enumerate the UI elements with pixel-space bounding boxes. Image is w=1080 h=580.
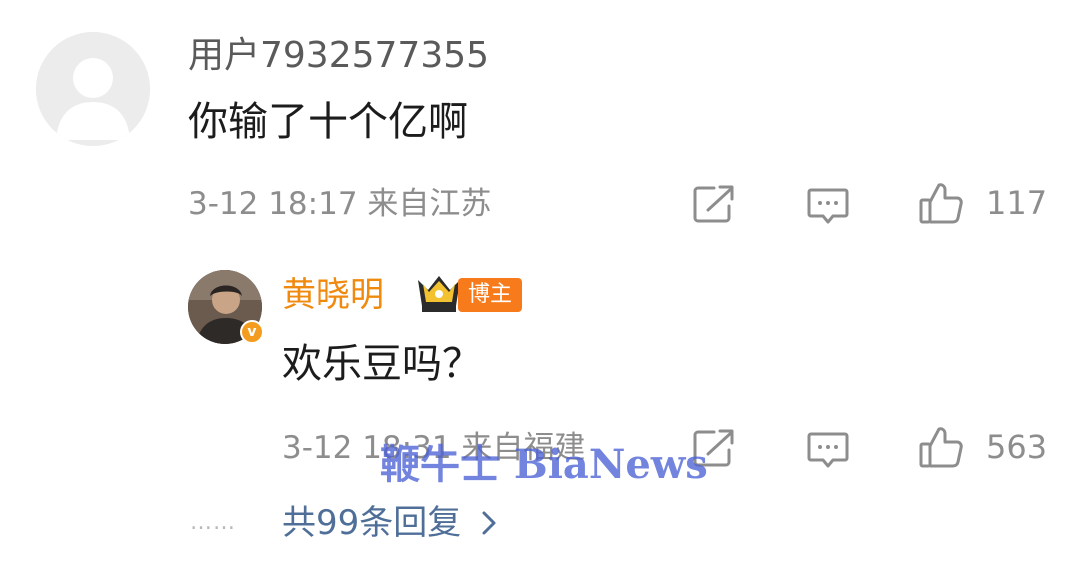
reply-username[interactable]: 黄晓明 [282,272,384,318]
thumbs-up-icon [919,183,963,224]
default-avatar-icon [36,32,150,146]
reply-avatar[interactable]: v [188,270,264,344]
comment-like-count: 117 [986,184,1048,222]
avatar-default[interactable] [36,32,150,146]
comment-username[interactable]: 用户7932577355 [188,32,489,80]
verified-badge-icon: v [240,320,264,344]
thumbs-up-icon [919,427,963,468]
comment-share-button[interactable] [692,184,736,224]
comment-meta: 3-12 18:17 来自江苏 [188,186,492,222]
comment-like-button[interactable]: 117 [918,180,1047,226]
thread-dots: …… [190,510,236,535]
reply-like-count: 563 [986,428,1048,466]
comment-reply-button[interactable] [806,186,850,226]
crown-icon [414,272,464,314]
reply-share-button[interactable] [692,428,736,468]
share-icon [693,185,734,223]
comment-content: 你输了十个亿啊 [188,99,468,145]
comment-icon [807,188,849,224]
chevron-right-icon [482,511,496,535]
reply-like-button[interactable]: 563 [918,424,1047,470]
more-replies-label: 共99条回复 [282,503,462,543]
blogger-badge: 博主 [458,278,523,312]
reply-content: 欢乐豆吗？ [282,341,482,387]
share-icon [693,429,734,467]
comment-icon [807,432,849,468]
more-replies-link[interactable]: 共99条回复 [282,500,497,546]
reply-meta: 3-12 18:31 来自福建 [282,430,586,466]
reply-comment-button[interactable] [806,430,850,470]
